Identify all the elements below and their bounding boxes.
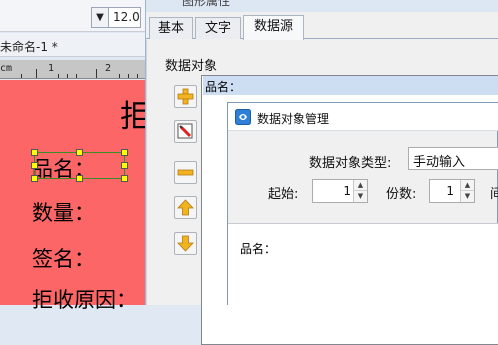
spinner-buttons: ▲ ▼ bbox=[353, 180, 367, 202]
start-value: 1 bbox=[343, 184, 351, 198]
data-object-type-label: 数据对象类型: bbox=[309, 156, 392, 171]
canvas-text-quantity[interactable]: 数量： bbox=[32, 197, 95, 227]
spin-up-icon[interactable]: ▲ bbox=[461, 180, 474, 191]
canvas-text-signature[interactable]: 签名： bbox=[32, 243, 95, 273]
move-down-button[interactable] bbox=[174, 232, 197, 255]
spinner-buttons: ▲ ▼ bbox=[460, 180, 474, 202]
add-icon bbox=[177, 88, 194, 105]
manager-title: 数据对象管理 bbox=[257, 112, 330, 126]
manager-titlebar[interactable]: 数据对象管理 bbox=[228, 103, 498, 131]
move-up-button[interactable] bbox=[174, 196, 197, 219]
chevron-down-icon[interactable]: ▼ bbox=[92, 8, 109, 27]
move-up-icon bbox=[177, 199, 194, 216]
copies-value: 1 bbox=[446, 184, 454, 198]
spin-up-icon[interactable]: ▲ bbox=[354, 180, 367, 191]
data-object-type-value: 手动输入 bbox=[413, 155, 466, 170]
properties-tabs: 基本 文字 数据源 bbox=[146, 14, 498, 40]
app-logo-icon bbox=[235, 109, 251, 125]
start-spinner[interactable]: 1 ▲ ▼ bbox=[312, 179, 368, 203]
resize-handle[interactable] bbox=[121, 175, 128, 182]
tab-data-source[interactable]: 数据源 bbox=[243, 15, 304, 40]
edit-button[interactable] bbox=[174, 120, 197, 143]
resize-handle[interactable] bbox=[31, 162, 38, 169]
document-tab[interactable]: 未命名-1 * bbox=[0, 33, 145, 57]
start-label: 起始: bbox=[268, 187, 299, 202]
label-canvas[interactable]: 拒 品名： 数量： 签名： 拒收原因： bbox=[0, 80, 151, 312]
ruler-number-2: 2 bbox=[105, 63, 112, 74]
properties-titlebar[interactable]: 图形属性 bbox=[146, 0, 498, 12]
add-button[interactable] bbox=[174, 85, 197, 108]
remove-button[interactable] bbox=[174, 161, 197, 184]
manual-input-content: 品名： bbox=[240, 242, 277, 256]
list-item[interactable]: 品名： bbox=[203, 76, 498, 95]
spin-down-icon[interactable]: ▼ bbox=[354, 191, 367, 202]
resize-handle[interactable] bbox=[31, 175, 38, 182]
remove-icon bbox=[177, 169, 194, 176]
data-object-type-select[interactable]: 手动输入 bbox=[408, 147, 498, 170]
canvas-text-reject-reason[interactable]: 拒收原因： bbox=[32, 284, 137, 314]
tab-basic[interactable]: 基本 bbox=[149, 17, 193, 39]
resize-handle[interactable] bbox=[121, 162, 128, 169]
spin-down-icon[interactable]: ▼ bbox=[461, 191, 474, 202]
document-tab-label: 未命名-1 * bbox=[0, 40, 58, 54]
font-size-dropdown[interactable]: ▼ 12.0 bbox=[91, 7, 141, 28]
manual-input-textarea[interactable]: 品名： bbox=[228, 223, 498, 306]
copies-spinner[interactable]: 1 ▲ ▼ bbox=[429, 179, 475, 203]
ruler-number-1: 1 bbox=[48, 63, 55, 74]
resize-handle[interactable] bbox=[31, 149, 38, 156]
move-down-icon bbox=[177, 235, 194, 252]
font-size-value: 12.0 bbox=[113, 10, 140, 24]
resize-handle[interactable] bbox=[76, 149, 83, 156]
list-item-label: 品名： bbox=[205, 80, 242, 94]
properties-title: 图形属性 bbox=[182, 0, 231, 8]
data-object-manager-dialog: 数据对象管理 数据对象类型: 手动输入 起始: 1 ▲ ▼ 份数: 1 ▲ ▼ … bbox=[227, 102, 498, 306]
interval-label: 间 bbox=[490, 187, 498, 202]
horizontal-ruler: cm 1 2 bbox=[0, 60, 145, 79]
ruler-unit: cm bbox=[0, 63, 13, 74]
edit-icon bbox=[177, 123, 193, 139]
resize-handle[interactable] bbox=[121, 149, 128, 156]
data-objects-label: 数据对象 bbox=[165, 59, 218, 74]
resize-handle[interactable] bbox=[76, 175, 83, 182]
copies-label: 份数: bbox=[386, 187, 417, 202]
tab-text[interactable]: 文字 bbox=[195, 17, 241, 39]
